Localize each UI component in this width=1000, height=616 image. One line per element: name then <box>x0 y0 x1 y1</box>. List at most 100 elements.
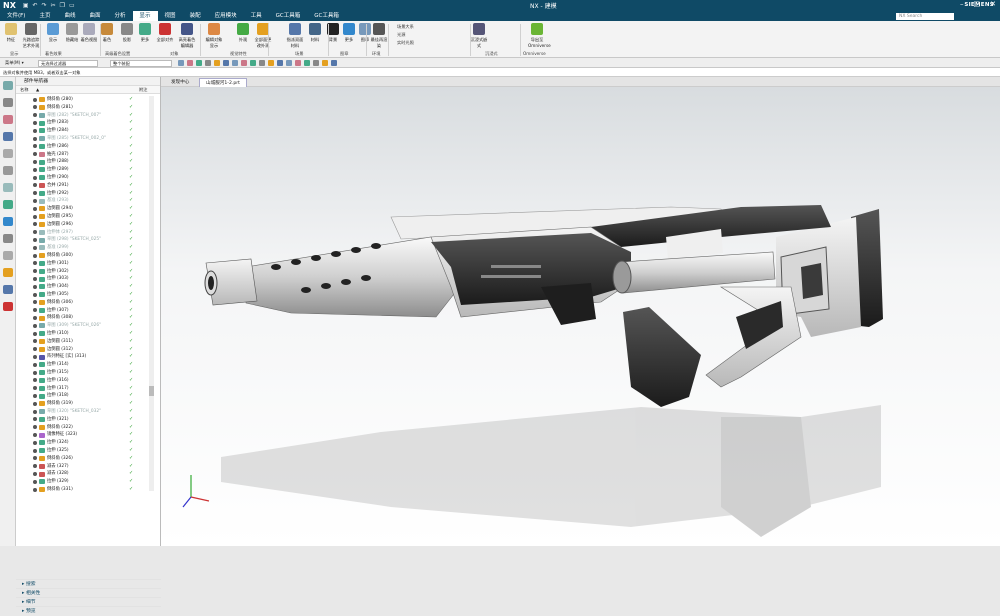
toolbar-icon-3[interactable] <box>205 60 211 66</box>
menu-tab-8[interactable]: 应用模块 <box>208 11 244 21</box>
tree-row[interactable]: 倒斜角 (319) ✓ <box>16 400 156 408</box>
save-icon[interactable]: ▣ <box>23 2 29 9</box>
toolbar-icon-16[interactable] <box>322 60 328 66</box>
toolbar-icon-0[interactable] <box>178 60 184 66</box>
visibility-icon[interactable] <box>33 198 37 203</box>
ribbon-small-0[interactable]: 场景大系 <box>397 24 414 30</box>
visibility-icon[interactable] <box>33 175 37 180</box>
visibility-icon[interactable] <box>33 362 37 367</box>
tree-row[interactable]: 边倒圆 (311) ✓ <box>16 338 156 346</box>
ribbon-button-0[interactable]: 特征 <box>2 23 20 43</box>
undo-icon[interactable]: ↶ <box>33 2 38 9</box>
tree-row[interactable]: 阵列特征 [实] (313) ✓ <box>16 353 156 361</box>
visibility-icon[interactable] <box>33 448 37 453</box>
visibility-icon[interactable] <box>33 401 37 406</box>
visibility-icon[interactable] <box>33 167 37 172</box>
tree-row[interactable]: 减去 (328) ✓ <box>16 470 156 478</box>
tree-row[interactable]: 倒斜角 (306) ✓ <box>16 299 156 307</box>
visibility-icon[interactable] <box>33 284 37 289</box>
tree-row[interactable]: 倒斜角 (322) ✓ <box>16 424 156 432</box>
toolbar-icon-1[interactable] <box>187 60 193 66</box>
visibility-icon[interactable] <box>33 136 37 141</box>
visibility-icon[interactable] <box>33 230 37 235</box>
visibility-icon[interactable] <box>33 440 37 445</box>
ribbon-button-11[interactable]: 外观 <box>234 23 252 43</box>
toolbar-icon-11[interactable] <box>277 60 283 66</box>
visibility-icon[interactable] <box>33 425 37 430</box>
menu-tab-5[interactable]: 显示 <box>132 11 158 21</box>
resource-tab-0[interactable] <box>3 81 13 90</box>
tree-row[interactable]: 边倒圆 (312) ✓ <box>16 346 156 354</box>
ribbon-button-3[interactable]: 隐藏结 <box>63 23 81 43</box>
tree-row[interactable]: 草图 (282) "SKETCH_007" ✓ <box>16 112 156 120</box>
navigator-scrollbar[interactable] <box>149 96 154 491</box>
visibility-icon[interactable] <box>33 222 37 227</box>
panel-2[interactable]: ▸ 细节 <box>16 597 161 606</box>
visibility-icon[interactable] <box>33 417 37 422</box>
panel-3[interactable]: ▸ 预览 <box>16 606 161 615</box>
visibility-icon[interactable] <box>33 97 37 102</box>
tree-row[interactable]: 拉伸 (289) ✓ <box>16 166 156 174</box>
tree-row[interactable]: 拉伸 (302) ✓ <box>16 268 156 276</box>
visibility-icon[interactable] <box>33 261 37 266</box>
ribbon-small-1[interactable]: 光源 <box>397 32 405 38</box>
tree-row[interactable]: 拉伸 (321) ✓ <box>16 416 156 424</box>
tree-row[interactable]: 合并 (291) ✓ <box>16 182 156 190</box>
visibility-icon[interactable] <box>33 386 37 391</box>
visibility-icon[interactable] <box>33 339 37 344</box>
visibility-icon[interactable] <box>33 393 37 398</box>
tree-row[interactable]: 拉伸 (290) ✓ <box>16 174 156 182</box>
visibility-icon[interactable] <box>33 409 37 414</box>
tree-row[interactable]: 拉伸 (318) ✓ <box>16 392 156 400</box>
toolbar-icon-10[interactable] <box>268 60 274 66</box>
visibility-icon[interactable] <box>33 292 37 297</box>
ribbon-button-6[interactable]: 投影 <box>118 23 136 43</box>
resource-tab-4[interactable] <box>3 149 13 158</box>
tree-row[interactable]: 拉伸 (292) ✓ <box>16 190 156 198</box>
ribbon-button-8[interactable]: 全部对齐 <box>156 23 174 43</box>
visibility-icon[interactable] <box>33 105 37 110</box>
menu-tab-6[interactable]: 视图 <box>158 11 183 21</box>
ribbon-button-7[interactable]: 更多 <box>136 23 154 43</box>
toolbar-icon-7[interactable] <box>241 60 247 66</box>
visibility-icon[interactable] <box>33 456 37 461</box>
tree-row[interactable]: 拉伸 (284) ✓ <box>16 127 156 135</box>
visibility-icon[interactable] <box>33 308 37 313</box>
tree-row[interactable]: 拉伸 (329) ✓ <box>16 478 156 486</box>
visibility-icon[interactable] <box>33 347 37 352</box>
ribbon-button-13[interactable]: 指派双面材料 <box>286 23 304 49</box>
resource-tab-13[interactable] <box>3 302 13 311</box>
ribbon-button-18[interactable]: 最佳再渲染 <box>370 23 388 49</box>
resource-tab-1[interactable] <box>3 98 13 107</box>
resource-tab-10[interactable] <box>3 251 13 260</box>
visibility-icon[interactable] <box>33 120 37 125</box>
tree-row[interactable]: 草图 (285) "SKETCH_002_0" ✓ <box>16 135 156 143</box>
visibility-icon[interactable] <box>33 245 37 250</box>
cut-icon[interactable]: ✂ <box>51 2 56 9</box>
tree-row[interactable]: 拉伸 (317) ✓ <box>16 385 156 393</box>
resource-tab-8[interactable] <box>3 217 13 226</box>
resource-tab-9[interactable] <box>3 234 13 243</box>
ribbon-button-14[interactable]: 材料 <box>306 23 324 43</box>
menu-tab-0[interactable]: 文件(F) <box>0 11 32 21</box>
visibility-icon[interactable] <box>33 144 37 149</box>
visibility-icon[interactable] <box>33 432 37 437</box>
visibility-icon[interactable] <box>33 464 37 469</box>
menu-button[interactable]: 菜单(M) ▾ <box>3 60 33 67</box>
visibility-icon[interactable] <box>33 370 37 375</box>
visibility-icon[interactable] <box>33 159 37 164</box>
ribbon-button-20[interactable]: 导出至Omniverse <box>528 23 551 48</box>
visibility-icon[interactable] <box>33 354 37 359</box>
toolbar-icon-14[interactable] <box>304 60 310 66</box>
tree-row[interactable]: 拉伸 (304) ✓ <box>16 283 156 291</box>
resource-tab-6[interactable] <box>3 183 13 192</box>
menu-tab-4[interactable]: 分析 <box>108 11 133 21</box>
toolbar-icon-13[interactable] <box>295 60 301 66</box>
toolbar-icon-8[interactable] <box>250 60 256 66</box>
minimize-icon[interactable]: – <box>960 0 964 8</box>
menu-tab-9[interactable]: 工具 <box>244 11 269 21</box>
tree-row[interactable]: 拉伸 (324) ✓ <box>16 439 156 447</box>
resource-tab-12[interactable] <box>3 285 13 294</box>
visibility-icon[interactable] <box>33 183 37 188</box>
tree-row[interactable]: 倒斜角 (331) ✓ <box>16 486 156 494</box>
